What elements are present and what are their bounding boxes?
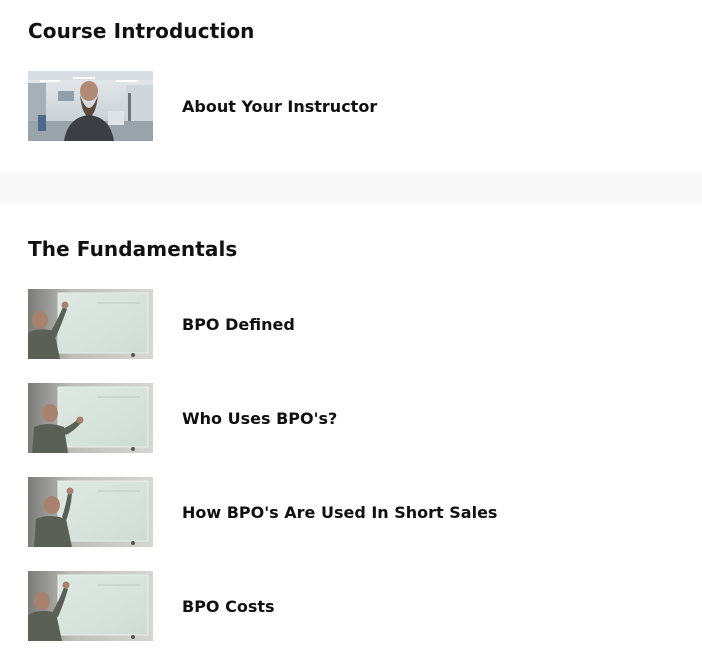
lesson-thumbnail[interactable]: [28, 383, 153, 453]
whiteboard-video-thumbnail: [28, 383, 153, 453]
lesson-item-bpo-defined[interactable]: BPO Defined: [28, 289, 668, 359]
lesson-title[interactable]: About Your Instructor: [182, 97, 377, 116]
lesson-item-about-your-instructor[interactable]: About Your Instructor: [28, 71, 668, 141]
lesson-item-how-bpos-are-used-in-short-sales[interactable]: How BPO's Are Used In Short Sales: [28, 477, 668, 547]
lesson-title[interactable]: BPO Costs: [182, 597, 275, 616]
section-title: The Fundamentals: [28, 237, 238, 261]
section-title: Course Introduction: [28, 19, 255, 43]
whiteboard-video-thumbnail: [28, 571, 153, 641]
section-the-fundamentals: The Fundamentals BPO Defined Who Uses BP…: [0, 203, 702, 663]
lesson-thumbnail[interactable]: [28, 571, 153, 641]
lesson-item-who-uses-bpos[interactable]: Who Uses BPO's?: [28, 383, 668, 453]
lesson-thumbnail[interactable]: [28, 289, 153, 359]
instructor-portrait-video-thumbnail: [28, 71, 153, 141]
lesson-item-bpo-costs[interactable]: BPO Costs: [28, 571, 668, 641]
lesson-thumbnail[interactable]: [28, 477, 153, 547]
lesson-title[interactable]: How BPO's Are Used In Short Sales: [182, 503, 497, 522]
whiteboard-video-thumbnail: [28, 477, 153, 547]
section-divider: [0, 171, 702, 203]
lesson-title[interactable]: BPO Defined: [182, 315, 295, 334]
lesson-thumbnail[interactable]: [28, 71, 153, 141]
lesson-title[interactable]: Who Uses BPO's?: [182, 409, 337, 428]
section-course-introduction: Course Introduction About Your Instructo…: [0, 0, 702, 171]
whiteboard-video-thumbnail: [28, 289, 153, 359]
